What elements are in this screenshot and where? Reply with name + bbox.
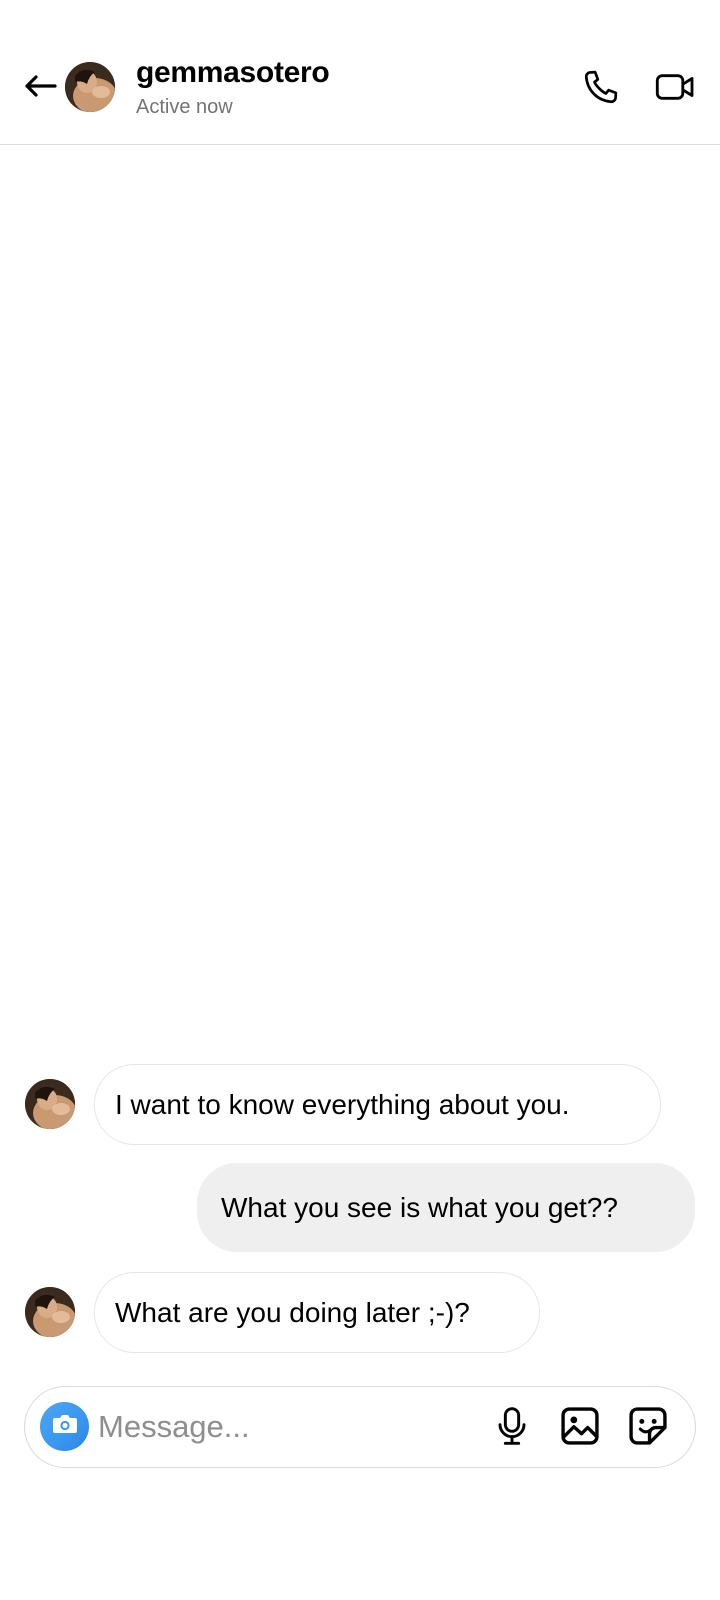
message-bubble-incoming[interactable]: What are you doing later ;-)? [94, 1272, 540, 1353]
message-composer [24, 1386, 696, 1468]
active-status: Active now [136, 96, 233, 118]
sticker-icon [628, 1406, 668, 1451]
gallery-button[interactable] [557, 1405, 603, 1451]
sticker-button[interactable] [625, 1405, 671, 1451]
avatar[interactable] [25, 1079, 75, 1129]
message-input[interactable] [98, 1403, 478, 1451]
camera-icon [51, 1412, 79, 1441]
microphone-icon [496, 1406, 528, 1451]
phone-icon [582, 68, 620, 111]
avatar[interactable] [65, 62, 115, 112]
avatar[interactable] [25, 1287, 75, 1337]
voice-message-button[interactable] [489, 1405, 535, 1451]
message-bubble-outgoing[interactable]: What you see is what you get?? [197, 1163, 695, 1252]
contact-name[interactable]: gemmasotero [136, 56, 330, 90]
chat-header: gemmasotero Active now [0, 0, 720, 145]
voice-call-button[interactable] [578, 66, 624, 112]
chat-screen: gemmasotero Active now I want to know ev… [0, 0, 720, 1600]
arrow-left-icon [23, 74, 57, 103]
video-camera-icon [655, 70, 695, 109]
video-call-button[interactable] [652, 66, 698, 112]
back-button[interactable] [20, 68, 60, 108]
message-bubble-incoming[interactable]: I want to know everything about you. [94, 1064, 661, 1145]
camera-button[interactable] [40, 1402, 89, 1451]
image-icon [560, 1406, 600, 1451]
